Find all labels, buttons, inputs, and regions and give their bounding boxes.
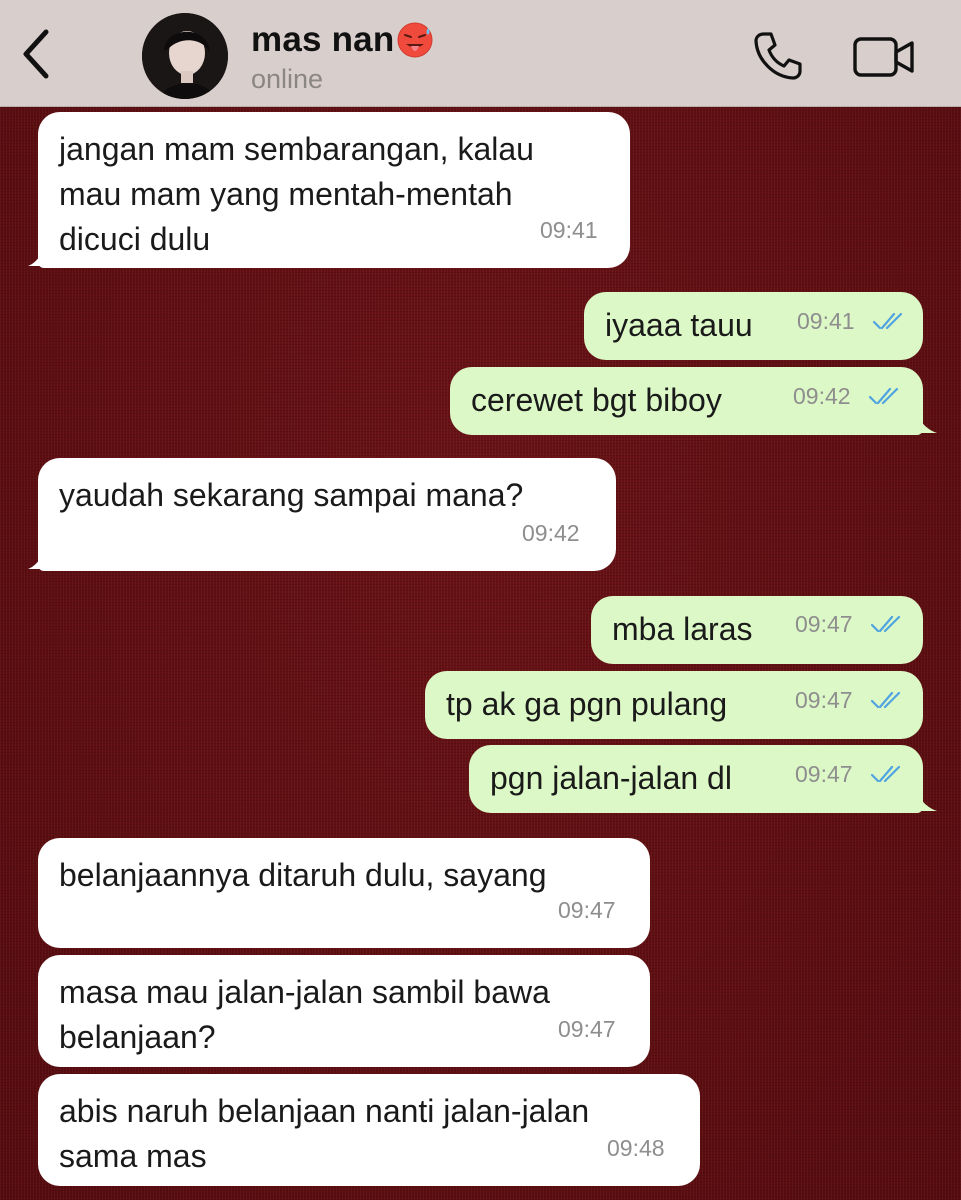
message-timestamp: 09:48 <box>607 1135 665 1161</box>
message-timestamp: 09:47 <box>558 1016 616 1042</box>
voice-call-button[interactable] <box>752 30 804 82</box>
message-text: mba laras <box>612 611 753 647</box>
phone-icon <box>754 32 802 80</box>
incoming-message[interactable]: abis naruh belanjaan nanti jalan-jalan sa… <box>38 1074 700 1186</box>
double-check-read-icon <box>872 312 903 330</box>
double-check-read-icon <box>870 765 901 783</box>
message-timestamp: 09:47 <box>558 897 616 923</box>
double-check-read-icon <box>868 387 899 405</box>
contact-name[interactable]: mas nan <box>251 20 435 60</box>
message-timestamp: 09:42 <box>793 383 851 409</box>
message-timestamp: 09:42 <box>522 520 580 546</box>
message-text: cerewet bgt biboy <box>471 382 722 418</box>
incoming-message[interactable]: masa mau jalan-jalan sambil bawa belanjaa… <box>38 955 650 1067</box>
outgoing-message[interactable]: cerewet bgt biboy 09:42 <box>450 367 923 435</box>
avatar[interactable] <box>142 13 228 99</box>
outgoing-message[interactable]: pgn jalan-jalan dl 09:47 <box>469 745 923 813</box>
message-timestamp: 09:41 <box>540 217 598 243</box>
message-text: belanjaannya ditaruh dulu, sayang <box>59 857 547 893</box>
message-text: abis naruh belanjaan nanti jalan-jalan sa… <box>59 1093 590 1174</box>
double-check-read-icon <box>870 691 901 709</box>
back-button[interactable] <box>14 26 62 82</box>
double-check-read-icon <box>870 615 901 633</box>
contact-photo <box>142 13 228 99</box>
outgoing-message[interactable]: iyaaa tauu 09:41 <box>584 292 923 360</box>
message-timestamp: 09:41 <box>797 308 855 334</box>
message-timestamp: 09:47 <box>795 611 853 637</box>
message-text: masa mau jalan-jalan sambil bawa belanjaa… <box>59 974 550 1055</box>
message-text: iyaaa tauu <box>605 307 753 343</box>
incoming-message[interactable]: jangan mam sembarangan, kalau mau mam yan… <box>38 112 630 268</box>
outgoing-message[interactable]: mba laras 09:47 <box>591 596 923 664</box>
incoming-message[interactable]: yaudah sekarang sampai mana? 09:42 <box>38 458 616 571</box>
video-camera-icon <box>853 37 914 77</box>
incoming-message[interactable]: belanjaannya ditaruh dulu, sayang 09:47 <box>38 838 650 948</box>
outgoing-message[interactable]: tp ak ga pgn pulang 09:47 <box>425 671 923 739</box>
chevron-left-icon <box>23 29 49 79</box>
message-timestamp: 09:47 <box>795 761 853 787</box>
message-timestamp: 09:47 <box>795 687 853 713</box>
message-text: jangan mam sembarangan, kalau mau mam yan… <box>59 131 534 257</box>
message-text: pgn jalan-jalan dl <box>490 760 732 796</box>
contact-status: online <box>251 64 324 94</box>
message-text: yaudah sekarang sampai mana? <box>59 477 524 513</box>
contact-name-text: mas nan <box>251 20 395 59</box>
chat-header: mas nan online <box>0 0 961 107</box>
hot-face-emoji-icon <box>397 22 433 58</box>
video-call-button[interactable] <box>852 34 916 80</box>
message-text: tp ak ga pgn pulang <box>446 686 728 722</box>
